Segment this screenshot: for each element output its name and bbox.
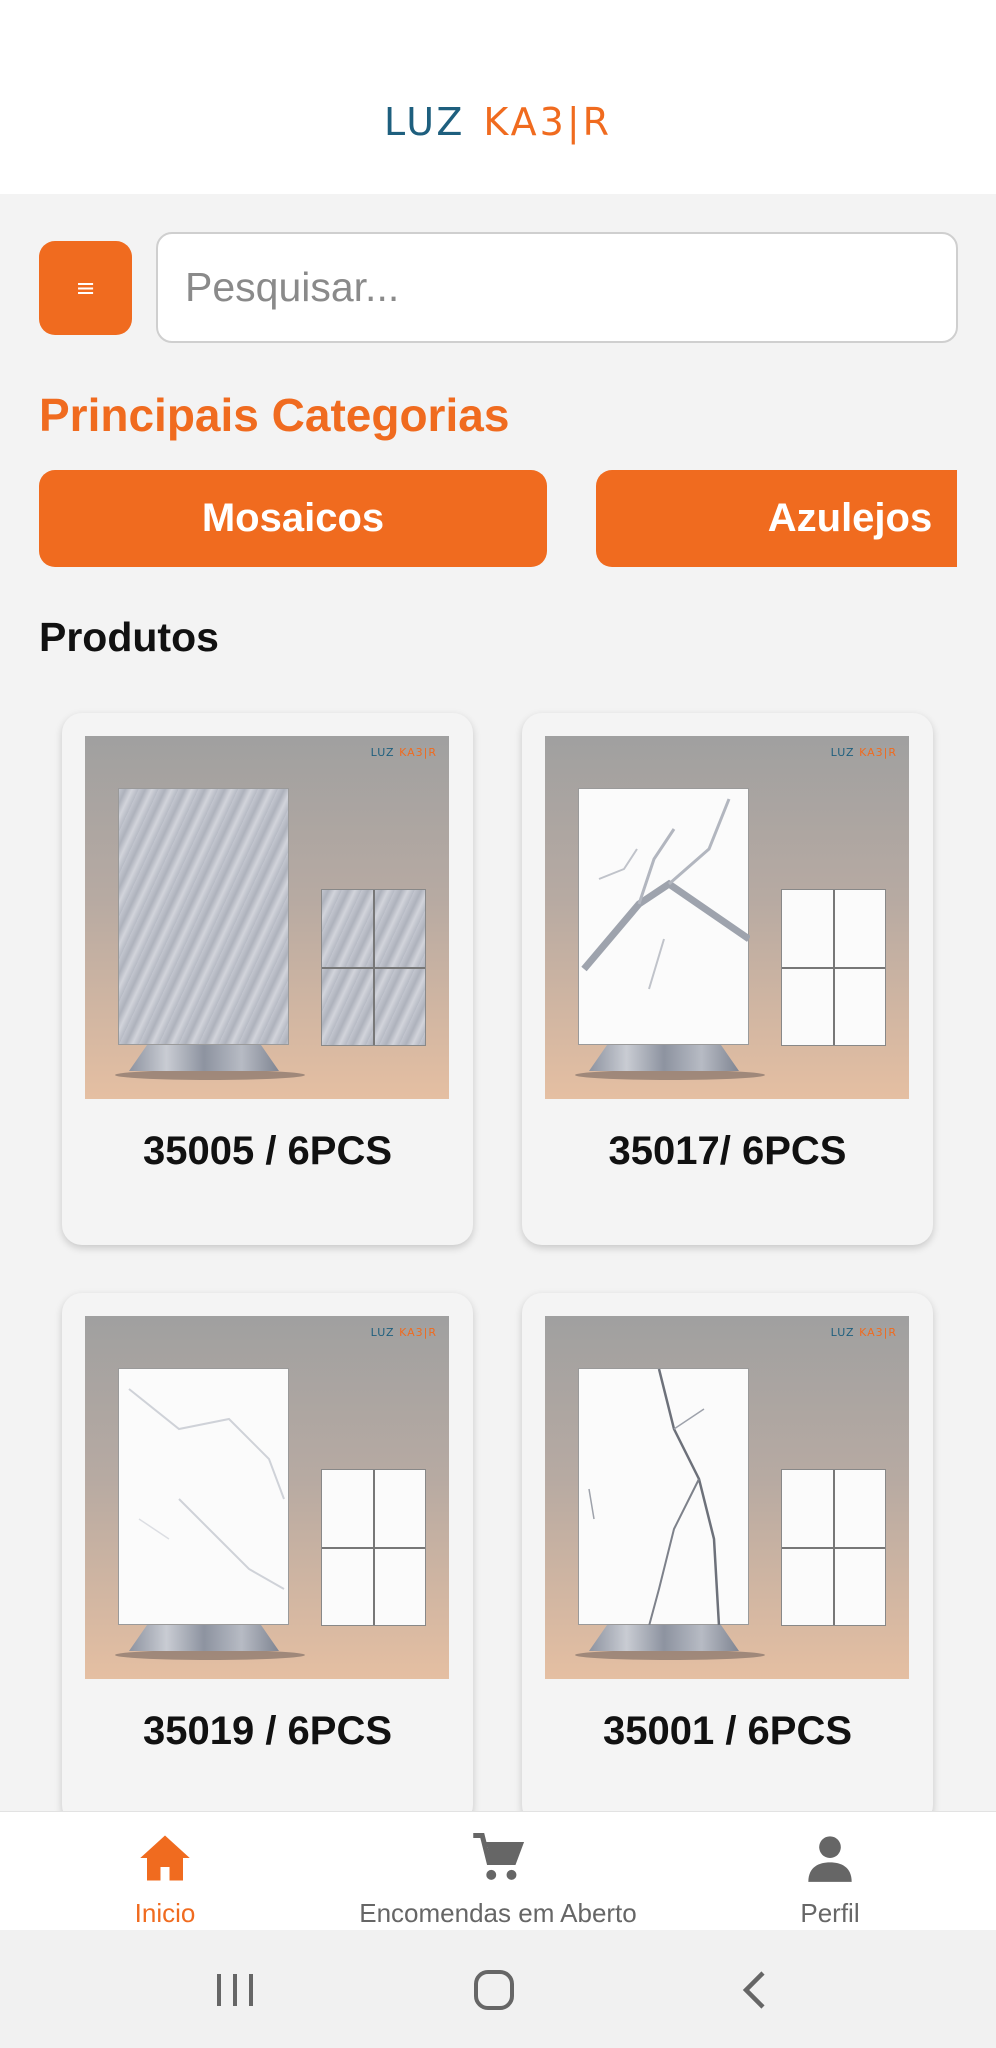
system-navigation-bar (0, 1930, 996, 2048)
product-card[interactable]: LUZ KA3|R 35005 / 6PCS (62, 713, 473, 1245)
image-brand-logo: LUZ KA3|R (830, 746, 897, 759)
cart-icon (468, 1828, 528, 1888)
back-icon[interactable] (724, 1960, 784, 2020)
tile-stand (589, 1045, 739, 1071)
product-label: 35017/ 6PCS (608, 1129, 847, 1173)
tile-grid (781, 1469, 886, 1626)
image-brand-logo: LUZ KA3|R (830, 1326, 897, 1339)
logo-text-kabir: KA3|R (483, 100, 613, 144)
tile-grid (321, 889, 426, 1046)
tile-large (578, 788, 751, 1045)
menu-icon: ≡ (75, 274, 96, 302)
product-image: LUZ KA3|R (85, 1316, 449, 1679)
category-mosaicos-button[interactable]: Mosaicos (39, 470, 547, 567)
product-label: 35019 / 6PCS (142, 1709, 393, 1753)
tile-large (578, 1368, 749, 1627)
search-input[interactable] (185, 264, 956, 311)
tile-stand (129, 1625, 279, 1651)
product-card[interactable]: LUZ KA3|R 35017/ 6PCS (522, 713, 933, 1245)
product-card[interactable]: LUZ KA3|R 35019 / 6PCS (62, 1293, 473, 1825)
category-azulejos-button[interactable]: Azulejos (596, 470, 957, 567)
tile-stand (129, 1045, 279, 1071)
categories-title: Principais Categorias (39, 389, 510, 441)
image-brand-logo: LUZ KA3|R (370, 1326, 437, 1339)
tile-large (118, 1368, 289, 1625)
tile-large (118, 788, 289, 1045)
app-screen: LUZ KA3|R ≡ Principais Categorias Mosaic… (0, 0, 996, 2048)
menu-button[interactable]: ≡ (39, 241, 132, 335)
nav-item-perfil[interactable]: Perfil (770, 1812, 890, 1931)
nav-label: Perfil (800, 1898, 860, 1928)
categories-carousel[interactable]: Mosaicos Azulejos (39, 470, 957, 568)
product-image: LUZ KA3|R (545, 1316, 909, 1679)
product-card[interactable]: LUZ KA3|R 35001 / 6PCS (522, 1293, 933, 1825)
nav-label: Encomendas em Aberto (359, 1898, 637, 1928)
product-image: LUZ KA3|R (85, 736, 449, 1099)
product-label: 35005 / 6PCS (142, 1129, 393, 1173)
app-header: LUZ KA3|R (0, 0, 996, 194)
product-label: 35001 / 6PCS (602, 1709, 853, 1753)
product-image: LUZ KA3|R (545, 736, 909, 1099)
products-title: Produtos (39, 614, 219, 660)
image-brand-logo: LUZ KA3|R (370, 746, 437, 759)
tile-grid (321, 1469, 426, 1626)
tile-grid (781, 889, 886, 1046)
home-icon (135, 1828, 195, 1888)
home-system-icon[interactable] (464, 1960, 524, 2020)
nav-item-inicio[interactable]: Inicio (103, 1812, 227, 1931)
logo-text-luz: LUZ (383, 100, 466, 144)
person-icon (800, 1828, 860, 1888)
nav-label: Inicio (134, 1898, 196, 1928)
search-field[interactable] (156, 232, 958, 343)
recent-apps-icon[interactable] (205, 1960, 265, 2020)
tile-stand (589, 1625, 739, 1651)
brand-logo: LUZ KA3|R (384, 50, 612, 144)
bottom-navigation: Inicio Encomendas em Aberto Perfil (0, 1811, 996, 1930)
nav-item-encomendas[interactable]: Encomendas em Aberto (340, 1812, 656, 1931)
